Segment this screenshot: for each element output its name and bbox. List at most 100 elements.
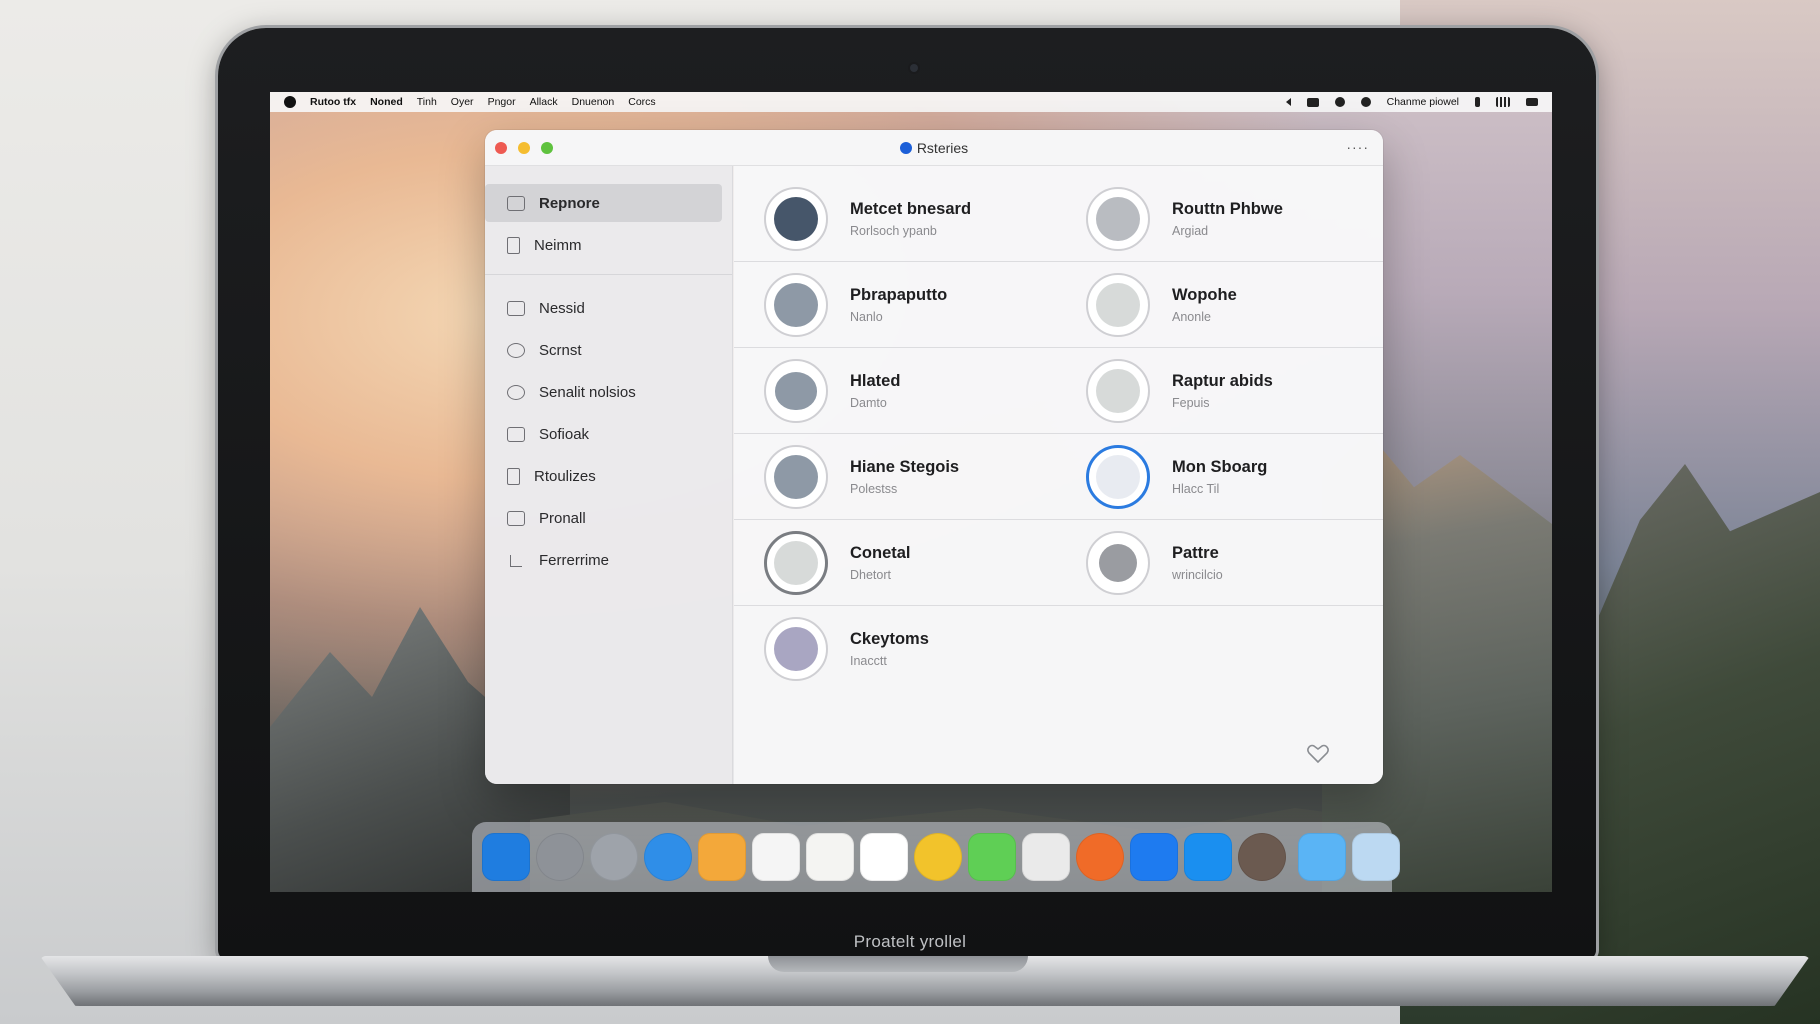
table-row: Ckeytoms Inacctt: [734, 606, 1383, 692]
item-title: Pbrapaputto: [850, 286, 948, 304]
menu-item[interactable]: Pngor: [488, 96, 516, 108]
window-title: Rsteries: [485, 140, 1383, 156]
user-icon[interactable]: [860, 833, 908, 881]
close-button[interactable]: [495, 141, 507, 154]
menu-status-text[interactable]: Chanme piowel: [1387, 96, 1459, 108]
item-title: Conetal: [850, 544, 911, 562]
grid-item[interactable]: Hiane Stegois Polestss: [764, 434, 1064, 520]
finder-icon[interactable]: [1130, 833, 1178, 881]
sidebar-item-senalit-nolsios[interactable]: Senalit nolsios: [485, 373, 722, 411]
zoom-button[interactable]: [541, 141, 553, 154]
gear-icon: [507, 342, 525, 358]
item-title: Raptur abids: [1172, 372, 1273, 390]
grid-item[interactable]: Pbrapaputto Nanlo: [764, 262, 1064, 348]
grid-item-selected[interactable]: Mon Sboarg Hlacc Til: [1086, 434, 1376, 520]
grid-item[interactable]: Routtn Phbwe Argiad: [1086, 176, 1376, 262]
grid-item[interactable]: Ckeytoms Inacctt: [764, 606, 1064, 692]
sidebar-item-repnore[interactable]: Repnore: [485, 184, 722, 222]
grid-item[interactable]: Wopohe Anonle: [1086, 262, 1376, 348]
menu-item[interactable]: Tinh: [417, 96, 437, 108]
laptop-brand: Proatelt yrollel: [853, 932, 967, 951]
avatar-icon[interactable]: [1238, 833, 1286, 881]
item-subtitle: Rorlsoch ypanb: [850, 224, 937, 238]
clipboard-icon: [507, 236, 520, 254]
photos-icon[interactable]: [914, 833, 962, 881]
building-icon: [507, 426, 525, 442]
table-row: Hlated Damto Raptur abids Fepuis: [734, 348, 1383, 434]
document-icon[interactable]: [806, 833, 854, 881]
notes-icon[interactable]: [698, 833, 746, 881]
avatar: [764, 187, 828, 251]
avatar: [1086, 273, 1150, 337]
disk-icon[interactable]: [590, 833, 638, 881]
control-center-icon[interactable]: [1526, 98, 1538, 106]
cloud-icon: [507, 384, 525, 400]
item-subtitle: wrincilcio: [1172, 568, 1223, 582]
item-title: Pattre: [1172, 544, 1219, 562]
app-window: Rsteries ···· Repnore Neimm Nessid Scrns…: [485, 130, 1383, 784]
more-options-icon[interactable]: ····: [1346, 139, 1369, 155]
menu-item[interactable]: Oyer: [451, 96, 474, 108]
battery-icon[interactable]: [1306, 97, 1319, 107]
avatar: [1086, 359, 1150, 423]
sidebar-item-rtoulizes[interactable]: Rtoulizes: [485, 457, 722, 495]
grid-item[interactable]: Pattre wrincilcio: [1086, 520, 1376, 606]
item-subtitle: Fepuis: [1172, 396, 1210, 410]
avatar: [1086, 531, 1150, 595]
apple-menu-icon[interactable]: [284, 96, 296, 108]
sidebar-item-pronall[interactable]: Pronall: [485, 499, 722, 537]
messages-icon[interactable]: [968, 833, 1016, 881]
menu-item[interactable]: Allack: [530, 96, 558, 108]
sidebar-item-nessid[interactable]: Nessid: [485, 289, 722, 327]
avatar: [1086, 445, 1150, 509]
tray-icon: [507, 195, 525, 211]
safari-icon[interactable]: [644, 833, 692, 881]
item-subtitle: Polestss: [850, 482, 898, 496]
item-title: Hlated: [850, 372, 901, 390]
sidebar-item-scrnst[interactable]: Scrnst: [485, 331, 722, 369]
grid-item[interactable]: Conetal Dhetort: [764, 520, 1064, 606]
grid-icon[interactable]: [1496, 97, 1510, 107]
sidebar-item-label: Scrnst: [539, 341, 582, 359]
arrow-icon[interactable]: [1285, 98, 1291, 106]
menu-item[interactable]: Noned: [370, 96, 403, 108]
menu-item[interactable]: Corcs: [628, 96, 655, 108]
avatar: [764, 445, 828, 509]
wifi-icon[interactable]: [1334, 97, 1345, 107]
trash-icon[interactable]: [1352, 833, 1400, 881]
sidebar-item-sofioak[interactable]: Sofioak: [485, 415, 722, 453]
minimize-button[interactable]: [518, 141, 530, 154]
avatar: [764, 273, 828, 337]
screen: Rutoo tfx Noned Tinh Oyer Pngor Allack D…: [270, 92, 1552, 892]
item-subtitle: Damto: [850, 396, 887, 410]
folder-icon[interactable]: [1298, 833, 1346, 881]
control-icon[interactable]: [1475, 97, 1480, 107]
grid-item[interactable]: Hlated Damto: [764, 348, 1064, 434]
favorite-icon[interactable]: [1307, 744, 1329, 764]
settings-icon[interactable]: [536, 833, 584, 881]
calendar-icon[interactable]: [752, 833, 800, 881]
sidebar-item-neimm[interactable]: Neimm: [485, 226, 722, 264]
sidebar-item-label: Sofioak: [539, 425, 590, 443]
item-title: Wopohe: [1172, 286, 1237, 304]
xcode-icon[interactable]: [482, 833, 530, 881]
sidebar-item-label: Ferrerrime: [539, 551, 609, 569]
sidebar-item-ferrerrime[interactable]: Ferrerrime: [485, 541, 722, 579]
user-status-icon[interactable]: [1360, 97, 1371, 107]
grid-item[interactable]: Metcet bnesard Rorlsoch ypanb: [764, 176, 1064, 262]
sidebar-item-label: Rtoulizes: [534, 467, 596, 485]
mail-icon[interactable]: [1184, 833, 1232, 881]
table-row: Hiane Stegois Polestss Mon Sboarg Hlacc …: [734, 434, 1383, 520]
title-bar: Rsteries ····: [485, 130, 1383, 166]
laptop-notch: [768, 956, 1028, 972]
item-title: Mon Sboarg: [1172, 458, 1268, 476]
music-icon[interactable]: [1076, 833, 1124, 881]
menu-bar-status: Chanme piowel: [1285, 96, 1538, 108]
window-icon: [507, 510, 525, 526]
item-subtitle: Dhetort: [850, 568, 891, 582]
grid-item[interactable]: Raptur abids Fepuis: [1086, 348, 1376, 434]
menu-app-name[interactable]: Rutoo tfx: [310, 96, 356, 108]
camera: [910, 64, 918, 72]
podcast-icon[interactable]: [1022, 833, 1070, 881]
menu-item[interactable]: Dnuenon: [572, 96, 615, 108]
